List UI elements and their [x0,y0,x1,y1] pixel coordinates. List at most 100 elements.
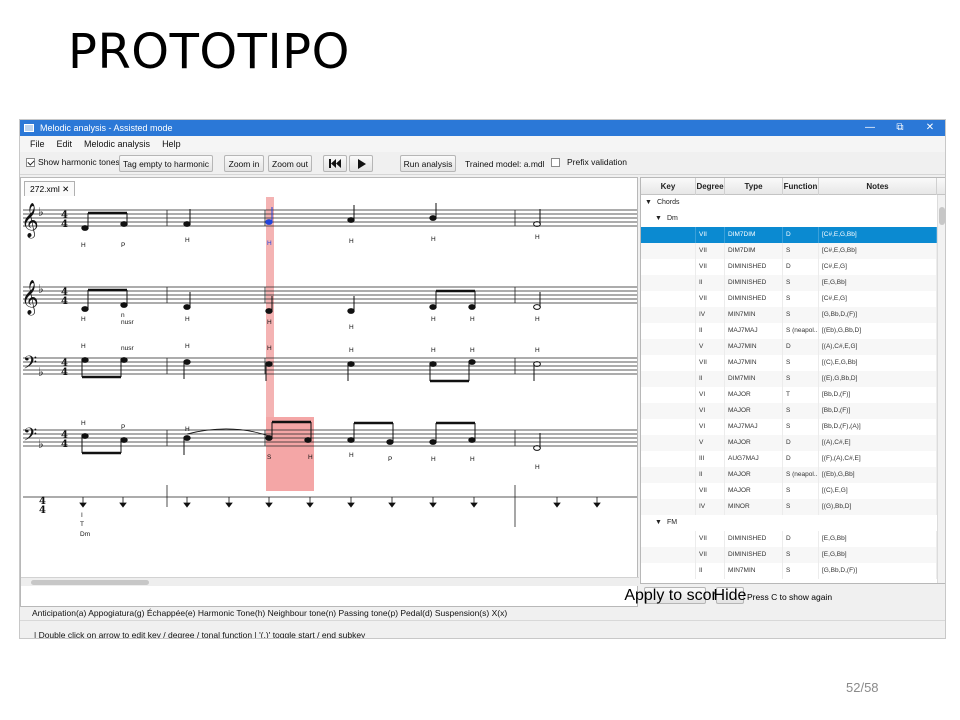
rewind-button[interactable] [323,155,347,172]
expand-triangle-icon[interactable]: ▼ [655,215,662,222]
tree-chord-row[interactable]: VII DIMINISHED D [C#,E,G] [641,259,937,275]
column-degree[interactable]: Degree [696,178,725,195]
tree-chord-row[interactable]: V MAJ7MIN D [(A),C#,E,G] [641,339,937,355]
maximize-icon[interactable]: ⧉ [886,120,914,136]
tree-chord-row[interactable]: VI MAJ7MAJ S [Bb,D,(F),(A)] [641,419,937,435]
tree-chord-row[interactable]: VII DIMINISHED D [E,G,Bb] [641,531,937,547]
cell-type: DIMINISHED [725,291,783,307]
tree-chord-row[interactable]: II MAJOR S (neapol... [(Eb),G,Bb] [641,467,937,483]
tree-chord-row[interactable]: V MAJOR D [(A),C#,E] [641,435,937,451]
cell-function: D [783,259,819,275]
expand-triangle-icon[interactable]: ▼ [645,199,652,206]
cell-degree: VII [696,483,725,499]
tree-chord-row[interactable]: II MAJ7MAJ S (neapol... [(Eb),G,Bb,D] [641,323,937,339]
cell-notes: [C#,E,G] [819,291,937,307]
prefix-validation-label: Prefix validation [567,157,628,167]
analysis-degree: I [81,512,83,519]
cell-function: S (neapol... [783,323,819,339]
score-view[interactable]: 272.xml ✕ 𝄞 𝄞 𝄢 𝄢 ♭ ♭ ♭ ♭ 4 4 4 4 4 4 4 … [20,177,639,607]
column-function[interactable]: Function [783,178,819,195]
tag-label: H [535,464,540,471]
tag-label: H [470,347,475,354]
tag-label: H [81,242,86,249]
run-analysis-button[interactable]: Run analysis [400,155,456,172]
tab-272-xml[interactable]: 272.xml ✕ [24,181,76,196]
cell-key [641,563,696,579]
cell-degree: III [696,451,725,467]
toolbar: Show harmonic tones Tag empty to harmoni… [20,153,945,175]
scrollbar-thumb[interactable] [939,207,945,225]
tree-actions: Apply to score Hide Press C to show agai… [624,586,945,606]
cell-type: DIM7MIN [725,371,783,387]
tree-chord-row[interactable]: II DIM7MIN S [(E),G,Bb,D] [641,371,937,387]
cell-degree: VII [696,227,725,243]
cell-key [641,323,696,339]
prefix-validation-checkbox[interactable]: Prefix validation [551,157,627,167]
tree-chord-row[interactable]: II DIMINISHED S [E,G,Bb] [641,275,937,291]
selection-highlight-box [266,417,314,491]
cell-key [641,339,696,355]
column-key[interactable]: Key [641,178,696,195]
cell-degree: II [696,323,725,339]
expand-triangle-icon[interactable]: ▼ [655,519,662,526]
scrollbar-thumb[interactable] [31,580,149,585]
status-divider [20,620,945,621]
play-button[interactable] [349,155,373,172]
cell-degree: VII [696,547,725,563]
cell-key [641,499,696,515]
apply-to-score-button[interactable]: Apply to score [624,587,726,604]
rewind-icon [329,159,341,168]
tree-group-row[interactable]: ▼ Dm [641,211,937,227]
cell-type: DIM7DIM [725,227,783,243]
show-harmonic-tones-checkbox[interactable]: Show harmonic tones [26,157,120,167]
chord-tree-table[interactable]: Key Degree Type Function Notes ▼ Chords ▼ D… [640,177,945,584]
cell-function: S [783,371,819,387]
tag-label: H [535,234,540,241]
cell-notes: [E,G,Bb] [819,275,937,291]
zoom-out-button[interactable]: Zoom out [268,155,312,172]
tree-group-row[interactable]: ▼ Chords [641,195,937,211]
cell-type: DIMINISHED [725,531,783,547]
menu-help[interactable]: Help [162,139,181,149]
tree-group-label: ▼ Chords [645,195,680,211]
tree-chord-row[interactable]: VI MAJOR T [Bb,D,(F)] [641,387,937,403]
tree-chord-row[interactable]: VII DIM7DIM D [C#,E,G,Bb] [641,227,937,243]
flat-icon: ♭ [38,205,44,219]
cell-key [641,435,696,451]
cell-notes: [(C),E,G,Bb] [819,355,937,371]
menu-melodic-analysis[interactable]: Melodic analysis [84,139,150,149]
tree-chord-row[interactable]: VII MAJOR S [(C),E,G] [641,483,937,499]
tree-chord-row[interactable]: VII DIM7DIM S [C#,E,G,Bb] [641,243,937,259]
menu-file[interactable]: File [30,139,45,149]
tree-chord-row[interactable]: VII MAJ7MIN S [(C),E,G,Bb] [641,355,937,371]
cell-key [641,531,696,547]
tag-label: H [470,456,475,463]
cell-function: D [783,451,819,467]
tree-group-row[interactable]: ▼ FM [641,515,937,531]
tree-chord-row[interactable]: VII DIMINISHED S [C#,E,G] [641,291,937,307]
staff-3 [23,357,637,375]
hide-button[interactable]: Hide [714,587,746,604]
tree-chord-row[interactable]: VII DIMINISHED S [E,G,Bb] [641,547,937,563]
cell-function: S [783,419,819,435]
tree-chord-row[interactable]: II MIN7MIN S [G,Bb,D,(F)] [641,563,937,579]
column-notes[interactable]: Notes [819,178,937,195]
tree-chord-row[interactable]: IV MIN7MIN S [G,Bb,D,(F)] [641,307,937,323]
vertical-scrollbar[interactable] [937,195,945,583]
notes-staff-3 [81,357,541,383]
tag-empty-button[interactable]: Tag empty to harmonic [119,155,213,172]
tree-chord-row[interactable]: VI MAJOR S [Bb,D,(F)] [641,403,937,419]
minimize-icon[interactable]: — [856,120,884,136]
cell-key [641,483,696,499]
cell-type: MIN7MIN [725,307,783,323]
zoom-in-button[interactable]: Zoom in [224,155,264,172]
cell-function: T [783,387,819,403]
music-score[interactable]: 𝄞 𝄞 𝄢 𝄢 ♭ ♭ ♭ ♭ 44 44 44 44 44 H P H H H… [21,197,637,557]
cell-degree: IV [696,499,725,515]
menu-edit[interactable]: Edit [57,139,73,149]
horizontal-scrollbar[interactable] [21,577,639,586]
tree-chord-row[interactable]: III AUG7MAJ D [(F),(A),C#,E] [641,451,937,467]
close-icon[interactable]: ✕ [916,120,944,136]
column-type[interactable]: Type [725,178,783,195]
tree-chord-row[interactable]: IV MINOR S [(G),Bb,D] [641,499,937,515]
